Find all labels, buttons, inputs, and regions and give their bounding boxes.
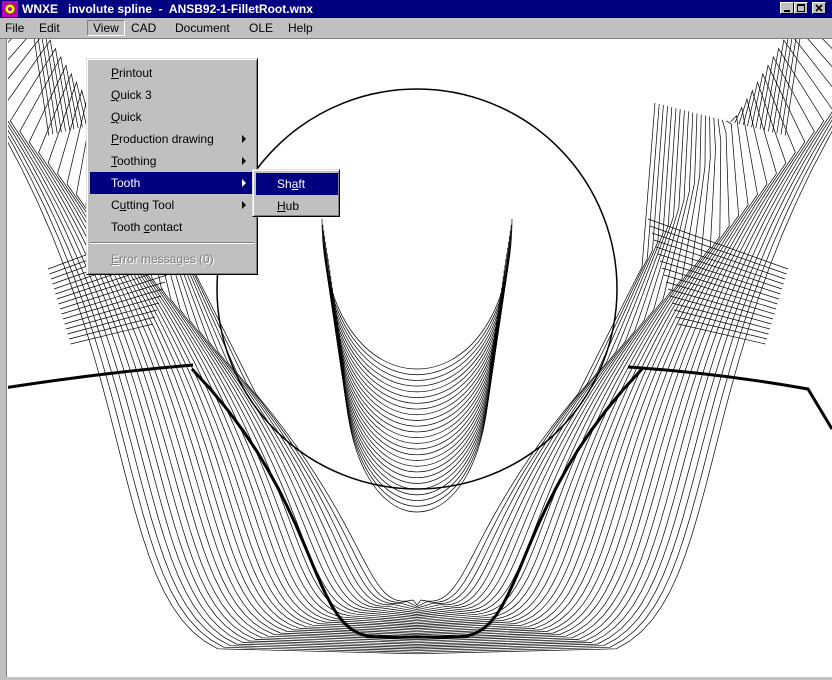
- menu-item-toothing[interactable]: Toothing: [90, 150, 254, 172]
- u-profile-line: [323, 230, 511, 381]
- menu-item-hub[interactable]: Hub: [256, 195, 338, 217]
- u-profile-line: [326, 253, 508, 404]
- u-profile-line: [326, 247, 508, 398]
- tooth-submenu: Shaft Hub: [252, 169, 340, 217]
- u-profile-line: [334, 304, 500, 456]
- menu-cad[interactable]: CAD: [126, 20, 161, 36]
- close-icon: [815, 4, 823, 12]
- chevron-right-icon: [242, 201, 246, 209]
- menu-bar: File Edit View CAD Document OLE Help: [0, 18, 832, 39]
- menu-file[interactable]: File: [0, 20, 29, 36]
- u-profile-line: [327, 259, 507, 410]
- menu-document[interactable]: Document: [170, 20, 235, 36]
- u-profile-line: [325, 241, 509, 392]
- minimize-icon: [784, 10, 790, 12]
- close-button[interactable]: [812, 2, 826, 14]
- u-profile-line: [339, 333, 495, 484]
- u-profile-line: [329, 270, 505, 421]
- menu-item-tooth-contact[interactable]: Tooth contact: [90, 216, 254, 238]
- u-profile-line: [321, 218, 513, 370]
- view-menu: Printout Quick 3 Quick Production drawin…: [86, 58, 258, 275]
- pitch-circle: [216, 88, 618, 490]
- menu-item-production-drawing[interactable]: Production drawing: [90, 128, 254, 150]
- u-profile-line: [331, 281, 503, 433]
- maximize-button[interactable]: [794, 2, 808, 14]
- menu-view[interactable]: View: [87, 20, 125, 36]
- u-profile-line: [336, 316, 498, 467]
- right-hatch-line: [669, 295, 772, 325]
- menu-item-tooth[interactable]: Tooth: [90, 172, 254, 194]
- window-title: WNXE involute spline - ANSB92-1-FilletRo…: [22, 2, 313, 16]
- right-hatch-line: [653, 239, 784, 285]
- menu-edit[interactable]: Edit: [34, 20, 65, 36]
- u-profile-line: [333, 299, 501, 450]
- menu-item-printout[interactable]: Printout: [90, 62, 254, 84]
- u-profile-line: [324, 236, 510, 387]
- u-profile-line: [332, 287, 502, 438]
- u-profile-line: [333, 293, 501, 444]
- menu-separator: [90, 242, 254, 244]
- outer-contour-right: [627, 365, 832, 430]
- right-hatch-line: [677, 323, 766, 345]
- u-profile-line: [337, 321, 497, 473]
- left-hatch-line: [68, 316, 156, 340]
- menu-item-error-messages: Error messages (0): [111, 252, 214, 266]
- left-hatch-line: [65, 302, 160, 330]
- chevron-right-icon: [242, 157, 246, 165]
- u-profile-line: [338, 327, 496, 479]
- u-profile-line: [328, 264, 506, 416]
- menu-item-quick[interactable]: Quick: [90, 106, 254, 128]
- outer-contour-left: [0, 363, 194, 391]
- maximize-icon: [797, 4, 805, 12]
- minimize-button[interactable]: [780, 2, 794, 14]
- menu-item-cutting-tool[interactable]: Cutting Tool: [90, 194, 254, 216]
- u-profile-line: [340, 339, 494, 490]
- u-profile-line: [322, 224, 512, 375]
- menu-item-quick-3[interactable]: Quick 3: [90, 84, 254, 106]
- menu-help[interactable]: Help: [283, 20, 318, 36]
- menu-item-shaft[interactable]: Shaft: [256, 173, 338, 195]
- title-bar[interactable]: WNXE involute spline - ANSB92-1-FilletRo…: [0, 0, 832, 18]
- menu-ole[interactable]: OLE: [244, 20, 278, 36]
- gear-icon[interactable]: [2, 1, 18, 17]
- u-profile-line: [335, 310, 499, 461]
- u-profile-line: [330, 276, 504, 427]
- chevron-right-icon: [242, 179, 246, 187]
- chevron-right-icon: [242, 135, 246, 143]
